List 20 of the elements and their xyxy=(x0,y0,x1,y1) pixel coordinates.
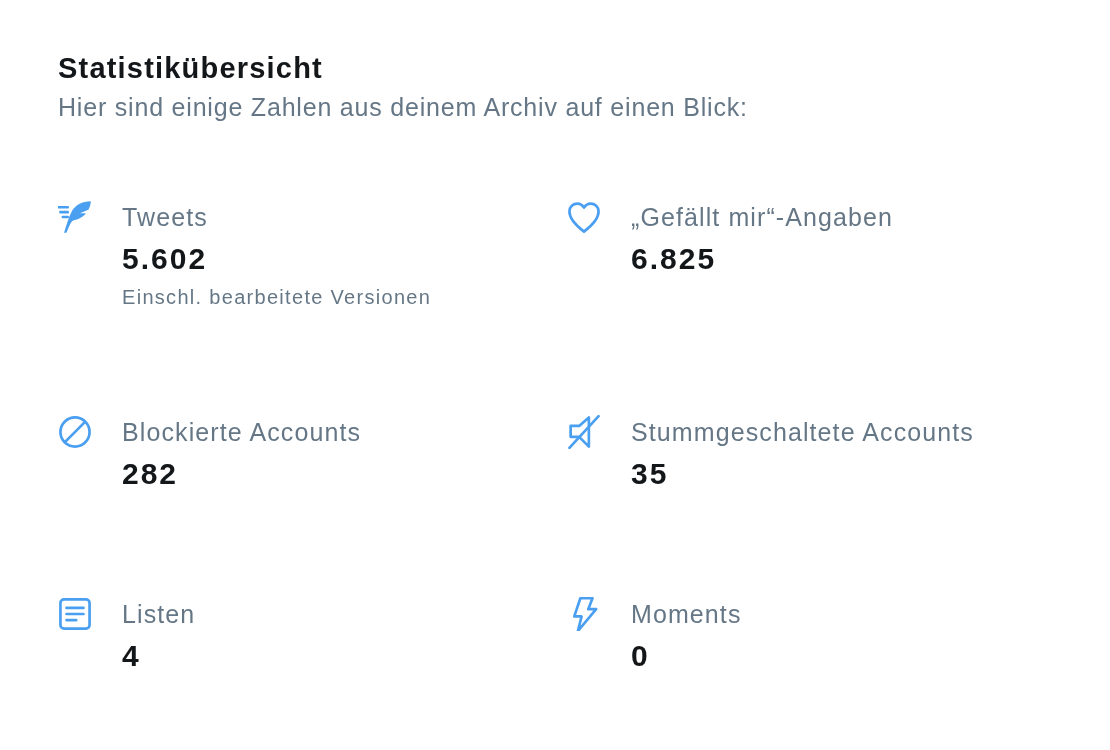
stat-value: 5.602 xyxy=(122,241,209,277)
heart-icon xyxy=(567,200,601,234)
stat-value: 4 xyxy=(122,638,142,674)
stat-label: Stummgeschaltete Accounts xyxy=(631,417,974,448)
stat-label: Blockierte Accounts xyxy=(122,417,362,448)
stat-label: Listen xyxy=(122,599,196,630)
muted-speaker-icon xyxy=(567,415,601,449)
stat-value: 282 xyxy=(122,456,180,492)
list-icon xyxy=(58,597,92,631)
section-subtitle: Hier sind einige Zahlen aus deinem Archiv auf einen Blick: xyxy=(58,92,749,123)
stat-value: 35 xyxy=(631,456,670,492)
stat-note: Einschl. bearbeitete Versionen xyxy=(122,285,432,310)
blocked-icon xyxy=(58,415,92,449)
stat-value: 0 xyxy=(631,638,651,674)
stat-label: Tweets xyxy=(122,202,209,233)
stat-value: 6.825 xyxy=(631,241,718,277)
stat-label: Moments xyxy=(631,599,742,630)
stat-label: „Gefällt mir“-Angaben xyxy=(631,202,894,233)
feather-icon xyxy=(58,200,92,234)
section-title: Statistikübersicht xyxy=(58,51,324,86)
